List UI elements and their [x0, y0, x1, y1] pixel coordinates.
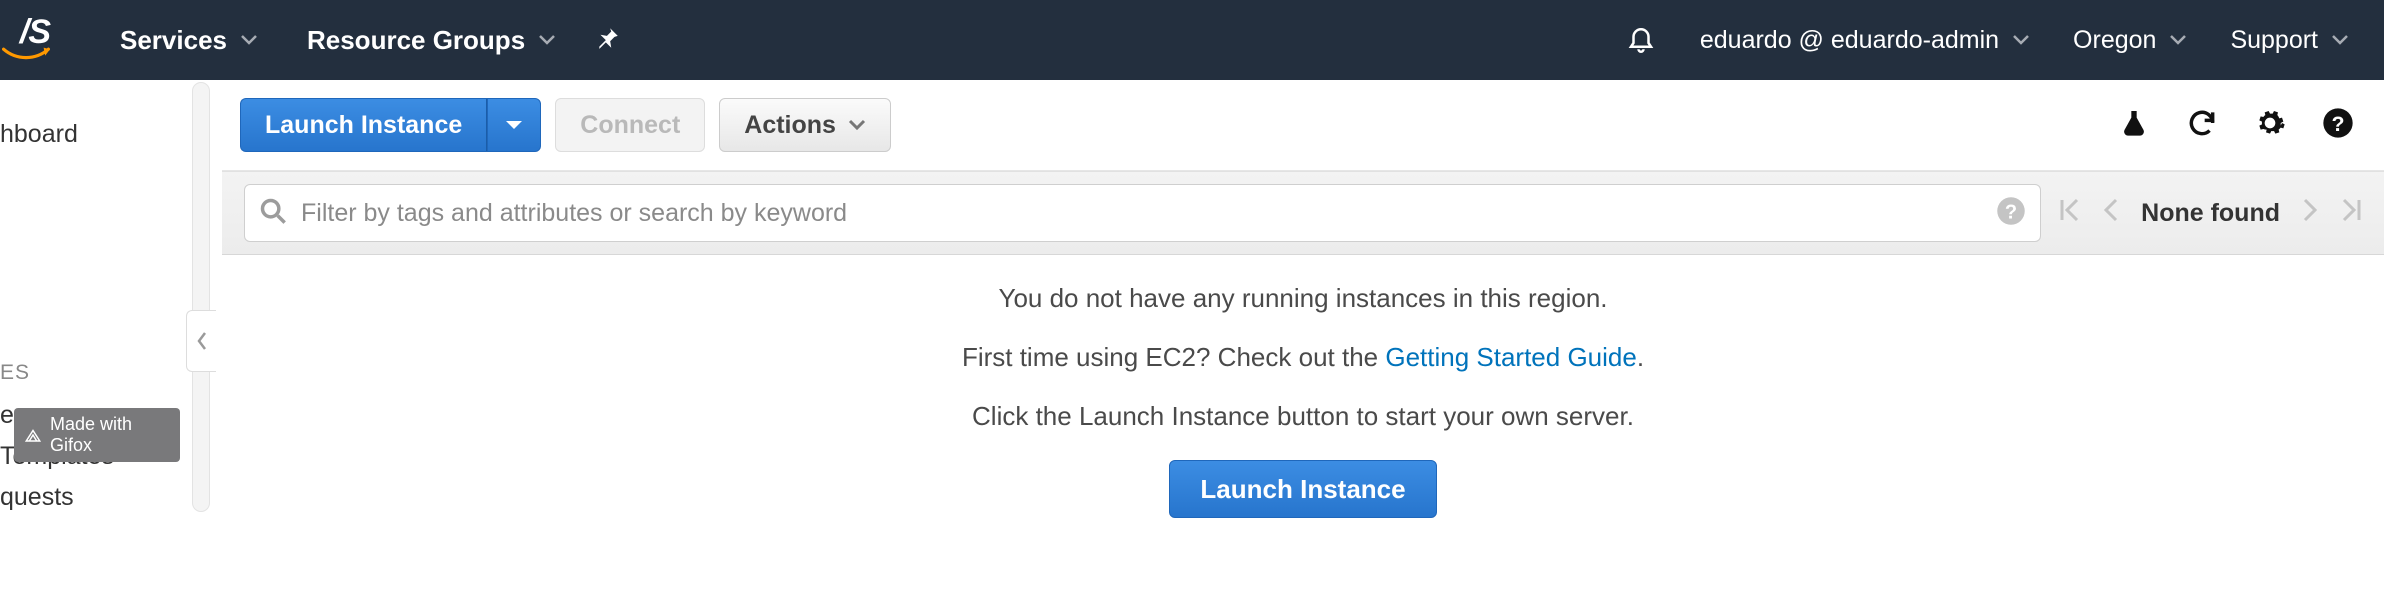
caret-down-icon [539, 35, 555, 45]
nav-services-label: Services [120, 25, 227, 56]
pin-icon[interactable] [595, 25, 621, 56]
toolbar-icons: ? [2118, 107, 2384, 144]
pagination: None found [2059, 197, 2362, 230]
flask-icon[interactable] [2118, 107, 2150, 144]
nav-resource-groups-label: Resource Groups [307, 25, 525, 56]
sidebar-item[interactable]: hboard [0, 114, 180, 155]
caret-down-icon [2013, 35, 2029, 45]
empty-line-1: You do not have any running instances in… [222, 283, 2384, 314]
pagination-status: None found [2141, 199, 2280, 228]
aws-logo[interactable]: /S [0, 0, 50, 80]
nav-account[interactable]: eduardo @ eduardo-admin [1700, 26, 2029, 55]
caret-down-icon [241, 35, 257, 45]
filter-bar: ? None found [222, 171, 2384, 255]
empty-launch-button[interactable]: Launch Instance [1169, 460, 1436, 518]
sidebar-scrollbar[interactable] [180, 80, 222, 612]
launch-instance-label: Launch Instance [265, 111, 462, 140]
nav-region-label: Oregon [2073, 26, 2156, 55]
page-last-icon [2340, 197, 2362, 230]
caret-down-icon [2170, 35, 2186, 45]
nav-resource-groups[interactable]: Resource Groups [307, 25, 555, 56]
connect-label: Connect [580, 111, 680, 140]
empty-line-3: Click the Launch Instance button to star… [222, 401, 2384, 432]
page-next-icon [2302, 197, 2318, 230]
top-nav: /S Services Resource Groups eduardo @ ed… [0, 0, 2384, 80]
actions-label: Actions [744, 111, 836, 140]
svg-text:?: ? [2331, 112, 2344, 136]
bell-icon[interactable] [1626, 23, 1656, 58]
gear-icon[interactable] [2254, 107, 2286, 144]
launch-instance-dropdown[interactable] [487, 98, 541, 152]
nav-region[interactable]: Oregon [2073, 26, 2186, 55]
nav-support-label: Support [2230, 26, 2318, 55]
empty-state: You do not have any running instances in… [222, 255, 2384, 518]
page-prev-icon [2103, 197, 2119, 230]
refresh-icon[interactable] [2186, 107, 2218, 144]
page-first-icon [2059, 197, 2081, 230]
launch-instance-button[interactable]: Launch Instance [240, 98, 487, 152]
connect-button: Connect [555, 98, 705, 152]
caret-down-icon [2332, 35, 2348, 45]
main-panel: Launch Instance Connect Actions [222, 80, 2384, 612]
sidebar-section-header: ES [0, 361, 180, 385]
actions-button[interactable]: Actions [719, 98, 891, 152]
help-icon[interactable]: ? [2322, 107, 2354, 144]
filter-help-icon[interactable]: ? [1996, 196, 2026, 231]
svg-text:?: ? [2005, 201, 2017, 223]
filter-input-wrap[interactable]: ? [244, 184, 2041, 242]
filter-input[interactable] [301, 199, 1982, 228]
sidebar-collapse-handle[interactable] [186, 310, 216, 372]
getting-started-link[interactable]: Getting Started Guide [1385, 342, 1636, 372]
nav-right: eduardo @ eduardo-admin Oregon Support [1626, 23, 2374, 58]
nav-account-label: eduardo @ eduardo-admin [1700, 26, 1999, 55]
gifox-label: Made with Gifox [50, 414, 166, 456]
nav-services[interactable]: Services [120, 25, 257, 56]
sidebar: hboard ES es Templates quests Made with … [0, 80, 180, 612]
toolbar: Launch Instance Connect Actions [222, 80, 2384, 171]
nav-support[interactable]: Support [2230, 26, 2348, 55]
sidebar-item[interactable]: quests [0, 477, 180, 518]
empty-line-2: First time using EC2? Check out the Gett… [222, 342, 2384, 373]
search-icon [259, 197, 287, 230]
gifox-badge: Made with Gifox [14, 408, 180, 462]
